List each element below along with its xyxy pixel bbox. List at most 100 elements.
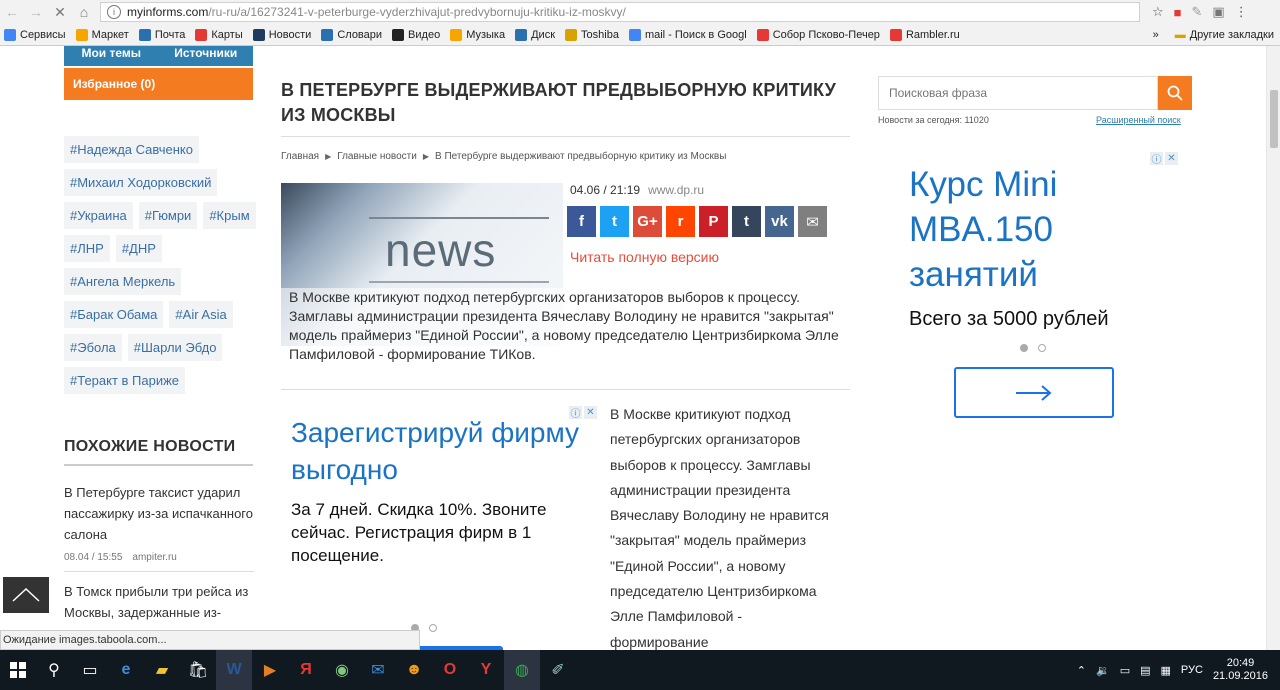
similar-news-item[interactable]: В Томск прибыли три рейса из Москвы, зад… <box>64 581 254 623</box>
ad-headline[interactable]: Курс Mini MBA.150 занятий <box>909 162 1139 297</box>
bookmark-item[interactable]: mail - Поиск в Googl <box>628 28 747 41</box>
forward-icon[interactable]: → <box>24 0 48 24</box>
article-source[interactable]: www.dp.ru <box>648 183 704 197</box>
reddit-icon[interactable]: r <box>666 206 695 237</box>
media-player-icon[interactable]: ▶ <box>252 650 288 690</box>
ad-block-right[interactable]: ⓘ ✕ Курс Mini MBA.150 занятий Всего за 50… <box>900 150 1180 450</box>
pager-dot[interactable] <box>429 624 437 632</box>
tag-link[interactable]: #Крым <box>203 202 256 229</box>
tumblr-icon[interactable]: t <box>732 206 761 237</box>
opera-icon[interactable]: O <box>432 650 468 690</box>
file-explorer-icon[interactable]: ▰ <box>144 650 180 690</box>
bookmark-item[interactable]: Rambler.ru <box>889 28 960 41</box>
yandex-bookmark-icon[interactable]: ■ <box>1174 5 1182 20</box>
tag-link[interactable]: #ДНР <box>115 235 162 262</box>
tag-link[interactable]: #Air Asia <box>169 301 233 328</box>
volume-icon[interactable]: 🔉 <box>1096 664 1110 677</box>
ad-close-icon[interactable]: ✕ <box>584 406 597 419</box>
bookmark-item[interactable]: Видео <box>392 28 440 41</box>
bookmark-label: Новости <box>268 28 312 41</box>
tag-link[interactable]: #Ангела Меркель <box>64 268 182 295</box>
other-bookmarks-folder[interactable]: Другие закладки <box>1190 29 1274 41</box>
messenger-icon[interactable]: ☻ <box>396 650 432 690</box>
pager-dot[interactable] <box>1020 344 1028 352</box>
yandex-icon[interactable]: Я <box>288 650 324 690</box>
bookmark-item[interactable]: Музыка <box>450 28 505 41</box>
ad-info-icon[interactable]: ⓘ <box>1150 152 1163 166</box>
tag-link[interactable]: #Михаил Ходорковский <box>64 169 218 196</box>
bookmark-star-icon[interactable]: ☆ <box>1152 4 1164 20</box>
similar-news-text[interactable]: В Томск прибыли три рейса из Москвы, зад… <box>64 581 254 623</box>
similar-news-text[interactable]: В Петербурге таксист ударил пассажирку и… <box>64 482 254 545</box>
advanced-search-link[interactable]: Расширенный поиск <box>1096 115 1181 125</box>
ad-block-center[interactable]: ⓘ ✕ Зарегистрируй фирму выгодно За 7 дней… <box>281 404 599 650</box>
stop-loading-icon[interactable]: ✕ <box>48 0 72 24</box>
bookmark-item[interactable]: Словари <box>321 28 382 41</box>
twitter-icon[interactable]: t <box>600 206 629 237</box>
pinterest-icon[interactable]: P <box>699 206 728 237</box>
tab-sources[interactable]: Источники <box>158 46 253 66</box>
tag-link[interactable]: #Надежда Савченко <box>64 136 199 163</box>
bookmark-item[interactable]: Собор Псково-Печер <box>756 28 880 41</box>
email-icon[interactable]: ✉ <box>798 206 827 237</box>
facebook-icon[interactable]: f <box>567 206 596 237</box>
scroll-to-top-button[interactable] <box>3 577 49 613</box>
windows-start-icon[interactable] <box>0 650 36 690</box>
tag-link[interactable]: #Украина <box>64 202 133 229</box>
bookmark-item[interactable]: Маркет <box>75 28 129 41</box>
google-plus-icon[interactable]: G+ <box>633 206 662 237</box>
clock[interactable]: 20:49 21.09.2016 <box>1213 657 1268 683</box>
tag-link[interactable]: #Эбола <box>64 334 122 361</box>
page-scrollbar[interactable] <box>1266 46 1280 650</box>
bookmark-item[interactable]: Почта <box>138 28 185 41</box>
tab-my-topics[interactable]: Мои темы <box>64 46 159 66</box>
tag-link[interactable]: #Теракт в Париже <box>64 367 186 394</box>
search-input[interactable] <box>878 76 1158 110</box>
ad-headline[interactable]: Зарегистрируй фирму выгодно <box>291 414 581 488</box>
breadcrumb-main-news[interactable]: Главные новости <box>337 151 417 162</box>
ad-go-button[interactable] <box>954 367 1114 418</box>
favorites-button[interactable]: Избранное (0) <box>64 68 253 100</box>
language-indicator[interactable]: РУС <box>1181 664 1203 676</box>
bookmark-item[interactable]: Toshiba <box>565 28 619 41</box>
paint-icon[interactable]: ✐ <box>540 650 576 690</box>
bookmark-item[interactable]: Диск <box>515 28 555 41</box>
ad-close-icon[interactable]: ✕ <box>1165 152 1178 165</box>
bookmark-item[interactable]: Новости <box>252 28 312 41</box>
task-view-icon[interactable]: ▭ <box>72 650 108 690</box>
scrollbar-thumb[interactable] <box>1270 90 1278 148</box>
extension-icon[interactable]: ✎ <box>1192 4 1203 20</box>
mail-app-icon[interactable]: ✉ <box>360 650 396 690</box>
battery-icon[interactable]: ▭ <box>1120 664 1130 677</box>
site-info-icon[interactable]: i <box>107 5 121 19</box>
tray-expand-icon[interactable]: ⌃ <box>1077 664 1086 677</box>
pager-dot[interactable] <box>1038 344 1046 352</box>
read-full-link[interactable]: Читать полную версию <box>570 249 719 265</box>
home-icon[interactable]: ⌂ <box>72 0 96 24</box>
tag-link[interactable]: #Шарли Эбдо <box>127 334 223 361</box>
back-icon[interactable]: ← <box>0 0 24 24</box>
tag-link[interactable]: #Гюмри <box>138 202 198 229</box>
store-icon[interactable]: 🛍 <box>180 650 216 690</box>
search-icon[interactable]: ⚲ <box>36 650 72 690</box>
network-icon[interactable]: ▤ <box>1140 664 1150 677</box>
search-button[interactable] <box>1158 76 1192 110</box>
word-icon[interactable]: W <box>216 650 252 690</box>
kaspersky-icon[interactable]: ▣ <box>1212 4 1224 20</box>
notifications-icon[interactable]: ▦ <box>1161 664 1171 677</box>
url-field[interactable]: i myinforms.com/ru-ru/a/16273241-v-peter… <box>100 2 1140 22</box>
bookmark-item[interactable]: Карты <box>195 28 243 41</box>
similar-news-item[interactable]: В Петербурге таксист ударил пассажирку и… <box>64 482 254 568</box>
chevron-up-icon <box>12 587 40 602</box>
menu-icon[interactable]: ⋮ <box>1235 4 1248 20</box>
chrome-icon[interactable]: ◍ <box>504 650 540 690</box>
tag-link[interactable]: #ЛНР <box>64 235 110 262</box>
breadcrumb-home[interactable]: Главная <box>281 151 319 162</box>
bookmarks-more-button[interactable]: » <box>1153 29 1159 41</box>
tag-link[interactable]: #Барак Обама <box>64 301 164 328</box>
edge-icon[interactable]: e <box>108 650 144 690</box>
bookmark-item[interactable]: Сервисы <box>4 28 66 41</box>
yandex-browser-icon[interactable]: Y <box>468 650 504 690</box>
vk-icon[interactable]: vk <box>765 206 794 237</box>
app-icon[interactable]: ◉ <box>324 650 360 690</box>
